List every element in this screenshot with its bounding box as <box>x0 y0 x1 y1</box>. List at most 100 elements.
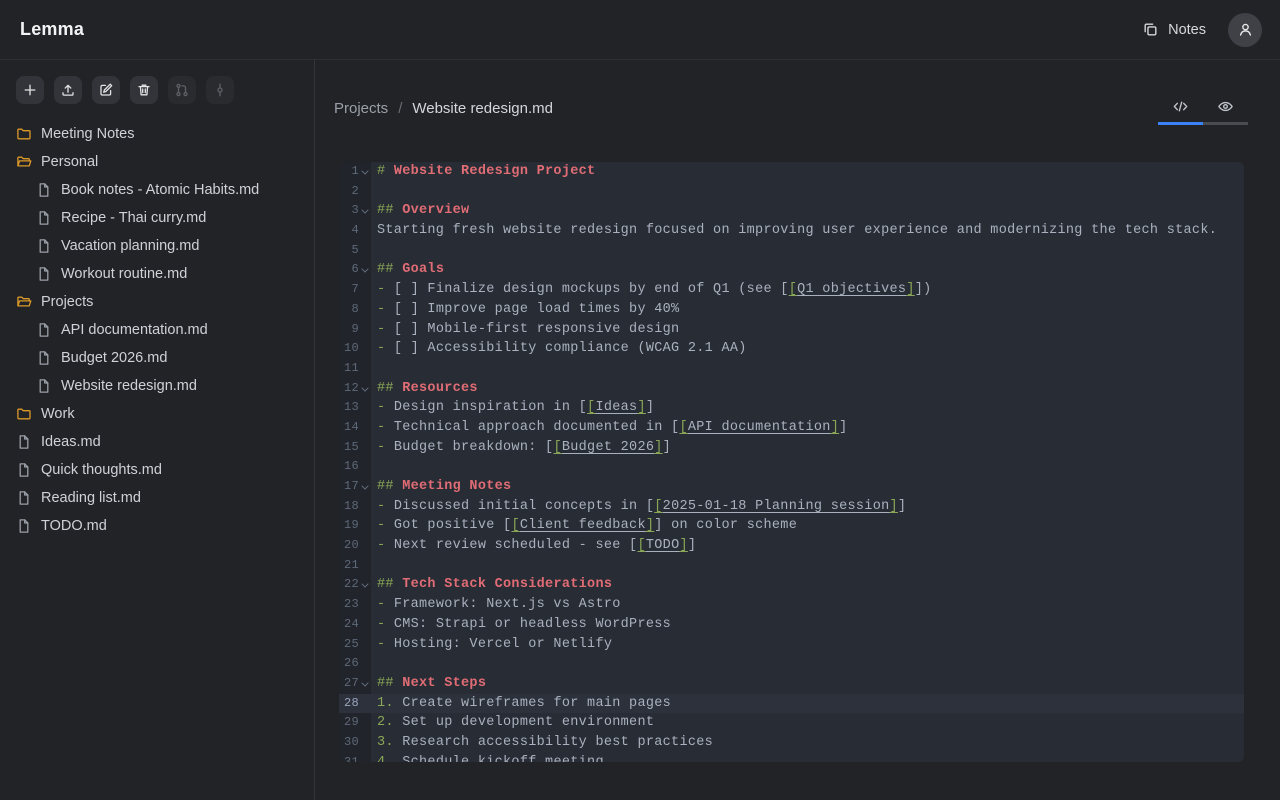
editor-line[interactable]: 5 <box>339 241 1244 261</box>
tree-file-ideas-md[interactable]: Ideas.md <box>0 428 314 456</box>
wikilink[interactable]: 2025-01-18 Planning session <box>663 499 890 514</box>
editor-line[interactable]: 7- [ ] Finalize design mockups by end of… <box>339 280 1244 300</box>
editor-line[interactable]: 3## Overview <box>339 201 1244 221</box>
editor-line[interactable]: 14- Technical approach documented in [[A… <box>339 418 1244 438</box>
editor-line-content: 4. Schedule kickoff meeting <box>371 753 1244 762</box>
tree-file-website-redesign-md[interactable]: Website redesign.md <box>0 372 314 400</box>
line-number: 29 <box>339 713 371 733</box>
wikilink[interactable]: Ideas <box>595 400 637 415</box>
editor-line[interactable]: 16 <box>339 457 1244 477</box>
line-number: 18 <box>339 497 371 517</box>
edit-button[interactable] <box>92 76 120 104</box>
editor-line[interactable]: 12## Resources <box>339 379 1244 399</box>
editor-line-content: - [ ] Mobile-first responsive design <box>371 320 1244 340</box>
app-title: Lemma <box>20 19 84 40</box>
breadcrumb-file: Website redesign.md <box>412 100 553 117</box>
delete-button[interactable] <box>130 76 158 104</box>
editor-line-content: ## Meeting Notes <box>371 477 1244 497</box>
tree-file-workout-routine-md[interactable]: Workout routine.md <box>0 260 314 288</box>
tree-file-quick-thoughts-md[interactable]: Quick thoughts.md <box>0 456 314 484</box>
editor-line[interactable]: 22## Tech Stack Considerations <box>339 575 1244 595</box>
editor-line[interactable]: 18- Discussed initial concepts in [[2025… <box>339 497 1244 517</box>
tree-folder-work[interactable]: Work <box>0 400 314 428</box>
editor-line-content: - Got positive [[Client feedback]] on co… <box>371 516 1244 536</box>
line-number: 2 <box>339 182 371 202</box>
editor-line-content: 1. Create wireframes for main pages <box>371 694 1244 714</box>
wikilink[interactable]: Q1 objectives <box>797 282 906 297</box>
editor-line-content: # Website Redesign Project <box>371 162 1244 182</box>
editor-line[interactable]: 13- Design inspiration in [[Ideas]] <box>339 398 1244 418</box>
editor-line-content: - Hosting: Vercel or Netlify <box>371 635 1244 655</box>
wikilink[interactable]: API documentation <box>688 420 831 435</box>
tree-file-recipe-thai-curry-md[interactable]: Recipe - Thai curry.md <box>0 204 314 232</box>
editor-line-content: - [ ] Accessibility compliance (WCAG 2.1… <box>371 339 1244 359</box>
editor-line[interactable]: 15- Budget breakdown: [[Budget 2026]] <box>339 438 1244 458</box>
tree-item-label: TODO.md <box>41 518 107 534</box>
user-avatar[interactable] <box>1228 13 1262 47</box>
editor-line[interactable]: 24- CMS: Strapi or headless WordPress <box>339 615 1244 635</box>
editor-line[interactable]: 1# Website Redesign Project <box>339 162 1244 182</box>
editor-line[interactable]: 20- Next review scheduled - see [[TODO]] <box>339 536 1244 556</box>
wikilink[interactable]: Client feedback <box>520 518 646 533</box>
editor-line[interactable]: 292. Set up development environment <box>339 713 1244 733</box>
line-number: 24 <box>339 615 371 635</box>
editor-line[interactable]: 303. Research accessibility best practic… <box>339 733 1244 753</box>
editor-line[interactable]: 26 <box>339 654 1244 674</box>
editor-line-content: - Next review scheduled - see [[TODO]] <box>371 536 1244 556</box>
line-number: 31 <box>339 753 371 762</box>
editor-line[interactable]: 27## Next Steps <box>339 674 1244 694</box>
editor-line[interactable]: 10- [ ] Accessibility compliance (WCAG 2… <box>339 339 1244 359</box>
user-icon <box>1237 21 1254 38</box>
tree-folder-meeting-notes[interactable]: Meeting Notes <box>0 120 314 148</box>
editor-line[interactable]: 19- Got positive [[Client feedback]] on … <box>339 516 1244 536</box>
editor-line-content: Starting fresh website redesign focused … <box>371 221 1244 241</box>
tree-folder-projects[interactable]: Projects <box>0 288 314 316</box>
line-number: 15 <box>339 438 371 458</box>
code-icon <box>1172 98 1189 115</box>
topbar-right: Notes <box>1138 13 1262 47</box>
markdown-editor[interactable]: 1# Website Redesign Project23## Overview… <box>339 162 1244 762</box>
editor-line[interactable]: 25- Hosting: Vercel or Netlify <box>339 635 1244 655</box>
editor-line[interactable]: 4Starting fresh website redesign focused… <box>339 221 1244 241</box>
tree-file-reading-list-md[interactable]: Reading list.md <box>0 484 314 512</box>
breadcrumb-separator: / <box>398 100 402 117</box>
tree-file-book-notes-atomic-habits-md[interactable]: Book notes - Atomic Habits.md <box>0 176 314 204</box>
editor-line[interactable]: 9- [ ] Mobile-first responsive design <box>339 320 1244 340</box>
tree-file-todo-md[interactable]: TODO.md <box>0 512 314 540</box>
wikilink[interactable]: Budget 2026 <box>562 440 654 455</box>
editor-line[interactable]: 281. Create wireframes for main pages <box>339 694 1244 714</box>
line-number: 9 <box>339 320 371 340</box>
wikilink[interactable]: TODO <box>646 538 680 553</box>
editor-line-content <box>371 182 1244 202</box>
editor-line[interactable]: 314. Schedule kickoff meeting <box>339 753 1244 762</box>
notes-button[interactable]: Notes <box>1138 15 1210 44</box>
line-number: 5 <box>339 241 371 261</box>
folder-open-icon <box>16 294 32 310</box>
upload-button[interactable] <box>54 76 82 104</box>
editor-line[interactable]: 6## Goals <box>339 260 1244 280</box>
editor-line[interactable]: 2 <box>339 182 1244 202</box>
file-icon <box>36 378 52 394</box>
line-number: 28 <box>339 694 371 714</box>
tree-folder-personal[interactable]: Personal <box>0 148 314 176</box>
tree-file-api-documentation-md[interactable]: API documentation.md <box>0 316 314 344</box>
tree-file-budget-2026-md[interactable]: Budget 2026.md <box>0 344 314 372</box>
new-note-button[interactable] <box>16 76 44 104</box>
file-icon <box>36 266 52 282</box>
line-number: 23 <box>339 595 371 615</box>
editor-line-content: ## Next Steps <box>371 674 1244 694</box>
tree-file-vacation-planning-md[interactable]: Vacation planning.md <box>0 232 314 260</box>
tab-source[interactable] <box>1158 90 1203 122</box>
editor-line-content: - Technical approach documented in [[API… <box>371 418 1244 438</box>
editor-line[interactable]: 23- Framework: Next.js vs Astro <box>339 595 1244 615</box>
folder-icon <box>16 126 32 142</box>
editor-line[interactable]: 11 <box>339 359 1244 379</box>
editor-line[interactable]: 8- [ ] Improve page load times by 40% <box>339 300 1244 320</box>
breadcrumb-folder[interactable]: Projects <box>334 100 388 117</box>
editor-line-content <box>371 556 1244 576</box>
editor-line[interactable]: 21 <box>339 556 1244 576</box>
tab-preview[interactable] <box>1203 90 1248 122</box>
editor-line[interactable]: 17## Meeting Notes <box>339 477 1244 497</box>
editor-line-content <box>371 241 1244 261</box>
editor-line-content <box>371 359 1244 379</box>
